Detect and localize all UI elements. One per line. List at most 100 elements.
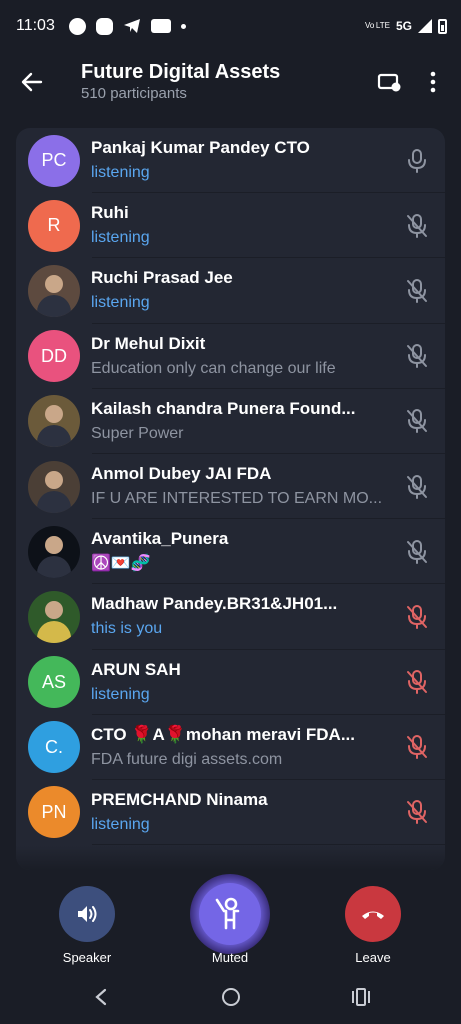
- back-button[interactable]: [0, 52, 64, 112]
- mute-label: Muted: [211, 950, 249, 965]
- participant-row[interactable]: AS ARUN SAH listening: [16, 650, 445, 715]
- microphone-off-icon: [389, 604, 445, 630]
- participant-row[interactable]: Anmol Dubey JAI FDA IF U ARE INTERESTED T…: [16, 454, 445, 520]
- system-icons: Vo LTE 5G: [364, 18, 447, 34]
- participant-status: FDA future digi assets.com: [91, 750, 283, 768]
- participant-row[interactable]: Ruchi Prasad Jee listening: [16, 258, 445, 324]
- nav-back-button[interactable]: [36, 988, 166, 1006]
- chevron-left-icon: [94, 988, 106, 1006]
- screen-share-button[interactable]: [367, 52, 411, 112]
- raise-hand-icon: [215, 897, 240, 930]
- avatar-photo-body: [37, 490, 71, 513]
- participant-row[interactable]: PN PREMCHAND Ninama listening: [16, 780, 445, 846]
- avatar: [28, 590, 80, 643]
- avatar-initials: C.: [45, 736, 63, 757]
- avatar: [28, 460, 80, 513]
- system-nav-bar: [0, 970, 461, 1024]
- participants-list[interactable]: PC Pankaj Kumar Pandey CTO listening R Ruhi l…: [16, 128, 445, 870]
- participant-status: listening: [91, 685, 150, 703]
- more-options-button[interactable]: [411, 52, 455, 112]
- avatar: [28, 395, 80, 448]
- avatar-initials: PN: [41, 801, 67, 822]
- participant-status: Education only can change our life: [91, 359, 336, 377]
- speaker-control[interactable]: Speaker: [58, 886, 116, 965]
- participant-row[interactable]: Avantika_Punera ☮️💌🧬: [16, 519, 445, 585]
- avatar-photo-body: [37, 555, 71, 578]
- participant-info: Madhaw Pandey.BR31&JH01... this is you: [91, 593, 389, 640]
- participant-row[interactable]: PC Pankaj Kumar Pandey CTO listening: [16, 128, 445, 194]
- participant-status: listening: [91, 164, 150, 182]
- call-controls: Speaker Muted Leave: [0, 870, 461, 970]
- hang-up-icon: [362, 911, 384, 919]
- participant-name: Kailash chandra Punera Found...: [91, 398, 356, 418]
- participant-status: listening: [91, 815, 150, 833]
- microphone-off-icon: [389, 213, 445, 239]
- participant-name: Ruhi: [91, 203, 129, 223]
- participant-row[interactable]: Madhaw Pandey.BR31&JH01... this is you: [16, 584, 445, 650]
- avatar-photo-head: [45, 600, 63, 619]
- home-circle-icon: [221, 988, 240, 1006]
- avatar-photo-head: [45, 535, 63, 554]
- participant-count: 510 participants: [81, 85, 187, 102]
- participant-name: PREMCHAND Ninama: [91, 789, 268, 809]
- participant-status: this is you: [91, 620, 163, 638]
- status-bar: 11:03 Vo LTE 5G: [0, 0, 461, 52]
- page-title: Future Digital Assets: [81, 61, 281, 83]
- microphone-off-icon: [389, 474, 445, 500]
- title-block[interactable]: Future Digital Assets 510 participants: [64, 60, 367, 104]
- speaker-button[interactable]: [59, 886, 115, 942]
- microphone-off-icon: [389, 539, 445, 565]
- telegram-icon: [123, 19, 140, 33]
- avatar-initials: R: [47, 215, 61, 236]
- recents-icon: [351, 988, 370, 1006]
- signal-icon: [418, 19, 432, 33]
- participant-row[interactable]: Kailash chandra Punera Found... Super Pow…: [16, 389, 445, 455]
- participant-info: Dr Mehul Dixit Education only can change …: [91, 333, 389, 380]
- participant-name: Ruchi Prasad Jee: [91, 268, 233, 288]
- participant-info: CTO 🌹A🌹mohan meravi FDA... FDA future dig…: [91, 724, 389, 771]
- avatar: DD: [28, 330, 80, 383]
- nav-recents-button[interactable]: [296, 988, 426, 1006]
- participant-row[interactable]: R Ruhi listening: [16, 193, 445, 259]
- more-vertical-icon: [430, 71, 436, 93]
- participant-name: Madhaw Pandey.BR31&JH01...: [91, 594, 338, 614]
- leave-label: Leave: [355, 950, 391, 965]
- leave-control[interactable]: Leave: [344, 886, 402, 965]
- avatar: [28, 525, 80, 578]
- avatar-photo-head: [45, 274, 63, 293]
- avatar-initials: DD: [41, 345, 67, 366]
- participant-name: ARUN SAH: [91, 659, 181, 679]
- speaker-icon: [78, 906, 97, 922]
- participant-info: PREMCHAND Ninama listening: [91, 789, 389, 836]
- participant-status: listening: [91, 229, 150, 247]
- avatar: PN: [28, 786, 80, 839]
- participant-row[interactable]: DD Dr Mehul Dixit Education only can chang…: [16, 324, 445, 389]
- participant-info: Kailash chandra Punera Found... Super Pow…: [91, 398, 389, 445]
- participant-info: Pankaj Kumar Pandey CTO listening: [91, 137, 389, 184]
- microphone-off-icon: [389, 343, 445, 369]
- participant-name: CTO 🌹A🌹mohan meravi FDA...: [91, 724, 356, 744]
- avatar: C.: [28, 721, 80, 774]
- avatar-photo-body: [37, 425, 71, 448]
- participant-info: Anmol Dubey JAI FDA IF U ARE INTERESTED T…: [91, 463, 389, 510]
- app-header: Future Digital Assets 510 participants: [0, 52, 461, 112]
- avatar: R: [28, 199, 80, 252]
- avatar: PC: [28, 134, 80, 187]
- volte-indicator: Vo LTE: [364, 21, 390, 30]
- nav-home-button[interactable]: [166, 987, 296, 1007]
- participant-status: Super Power: [91, 424, 184, 442]
- mute-button[interactable]: [190, 874, 270, 954]
- participant-row[interactable]: C. CTO 🌹A🌹mohan meravi FDA... FDA future d…: [16, 715, 445, 781]
- participant-status: listening: [91, 294, 150, 312]
- mute-control[interactable]: Muted: [188, 874, 272, 965]
- list-fade: [16, 846, 445, 870]
- participant-name: Avantika_Punera: [91, 529, 229, 549]
- screen-cast-icon: [377, 73, 401, 92]
- participant-name: Pankaj Kumar Pandey CTO: [91, 138, 310, 158]
- microphone-icon: [389, 148, 445, 174]
- participant-status: IF U ARE INTERESTED TO EARN MO...: [91, 490, 383, 508]
- leave-button[interactable]: [345, 886, 401, 942]
- participant-info: ARUN SAH listening: [91, 659, 389, 706]
- app-notification-icon: [68, 17, 86, 35]
- snapchat-icon: [95, 17, 113, 35]
